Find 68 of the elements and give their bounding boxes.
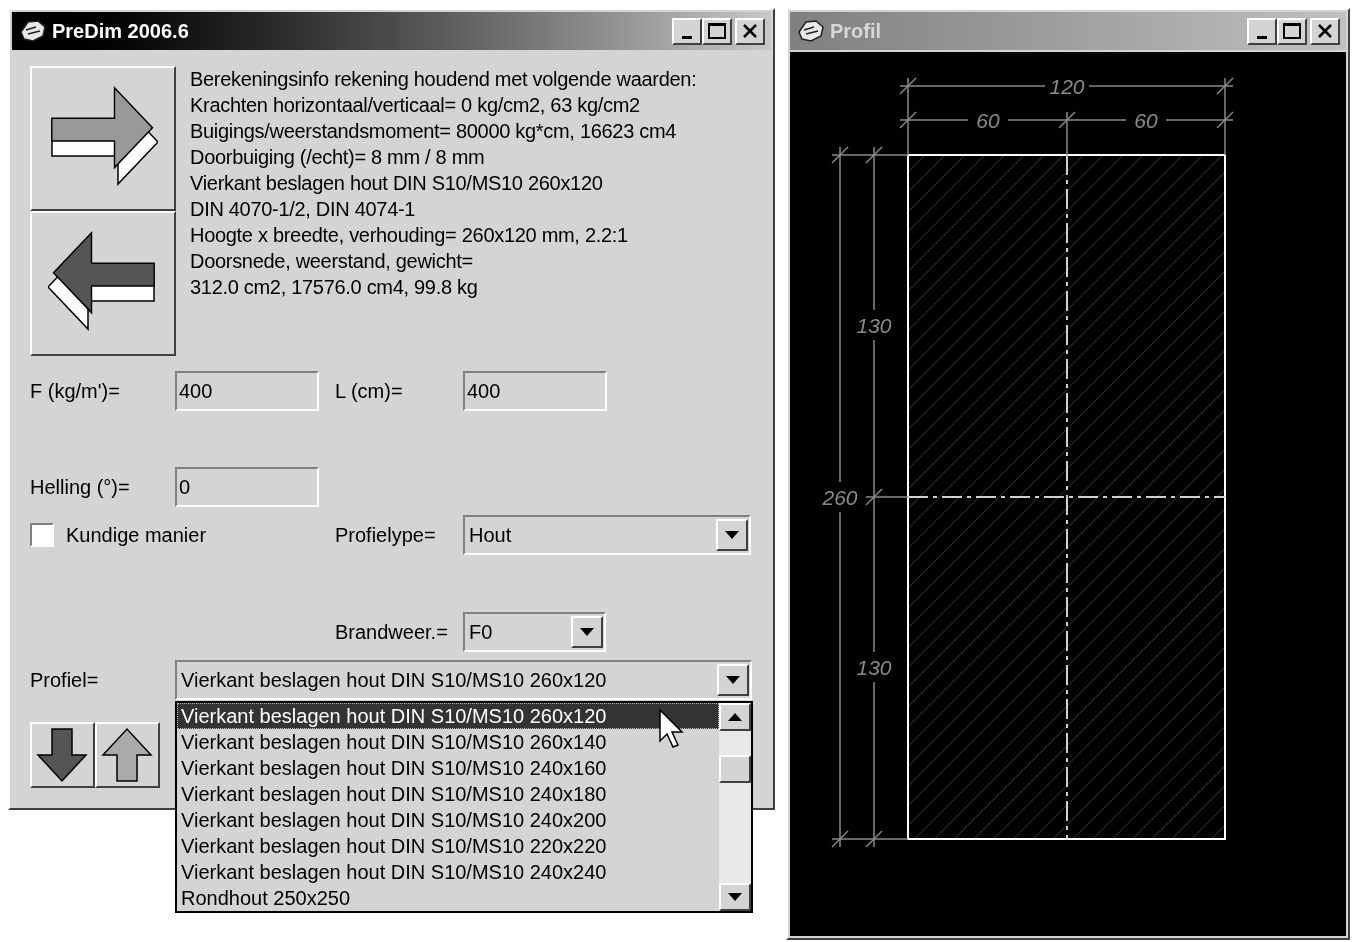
info-text: Doorbuiging (/echt)= 8 mm / 8 mm — [190, 145, 486, 170]
caret-icon — [726, 676, 740, 684]
window-title: Profil — [830, 19, 882, 44]
dropdown-option[interactable]: Vierkant beslagen hout DIN S10/MS10 260x120 — [177, 703, 719, 729]
down-arrow-button[interactable] — [30, 722, 95, 788]
info-text: Buigings/weerstandsmoment= 80000 kg*cm, 16623 cm4 — [190, 119, 678, 144]
up-triangle-icon — [728, 713, 742, 721]
checkbox-label: Kundige manier — [66, 523, 207, 548]
info-text: 312.0 cm2, 17576.0 cm4, 99.8 kg — [190, 275, 479, 300]
dimension-label: 60 — [1134, 108, 1158, 132]
minimize-button[interactable] — [672, 17, 702, 45]
close-button[interactable] — [1310, 17, 1340, 45]
input-field[interactable]: 400 — [463, 371, 607, 411]
minimize-button[interactable] — [1247, 17, 1277, 45]
up-arrow-icon — [100, 727, 155, 783]
field-label: Profiel= — [30, 668, 100, 693]
caret-icon — [725, 531, 739, 539]
checkbox[interactable] — [30, 523, 54, 547]
dimension-label: 130 — [856, 655, 892, 679]
close-button[interactable] — [735, 17, 765, 45]
input-field[interactable]: 0 — [175, 467, 319, 507]
profile-select[interactable]: Vierkant beslagen hout DIN S10/MS10 260x120 — [175, 660, 752, 700]
dropdown-arrow-button[interactable] — [716, 519, 748, 551]
input-field[interactable]: 400 — [175, 371, 319, 411]
dropdown-option[interactable]: Rondhout 250x250 — [177, 885, 719, 911]
dropdown-arrow-button[interactable] — [717, 664, 749, 696]
mouse-pointer-icon — [659, 709, 685, 749]
dropdown-arrow-button[interactable] — [571, 616, 603, 648]
back-button[interactable] — [30, 211, 176, 356]
field-label: Brandweer.= — [335, 620, 449, 645]
field-label: Helling (°)= — [30, 475, 131, 500]
info-text: DIN 4070-1/2, DIN 4074-1 — [190, 197, 417, 222]
close-icon — [1318, 24, 1332, 38]
info-text: Berekeningsinfo rekening houdend met volgende waarden: — [190, 67, 697, 92]
dropdown-option[interactable]: Vierkant beslagen hout DIN S10/MS10 240x160 — [177, 755, 719, 781]
profile-type-select[interactable]: Hout — [463, 515, 751, 555]
close-icon — [743, 24, 757, 38]
dropdown-option[interactable]: Vierkant beslagen hout DIN S10/MS10 240x200 — [177, 807, 719, 833]
scrollbar[interactable] — [719, 703, 751, 911]
field-label: Profielype= — [335, 523, 437, 548]
app-icon — [18, 18, 48, 44]
info-text: Krachten horizontaal/verticaal= 0 kg/cm2, 63 kg/cm2 — [190, 93, 641, 118]
dimension-label: 130 — [856, 313, 892, 337]
dimension-label: 120 — [1049, 74, 1085, 98]
maximize-button[interactable] — [1277, 17, 1307, 45]
scroll-thumb[interactable] — [719, 755, 751, 783]
fire-rating-select[interactable]: F0 — [463, 612, 606, 652]
down-arrow-icon — [35, 727, 90, 783]
dimension-label: 260 — [822, 485, 858, 509]
caret-icon — [580, 628, 594, 636]
dropdown-option[interactable]: Vierkant beslagen hout DIN S10/MS10 240x240 — [177, 859, 719, 885]
scroll-down-button[interactable] — [719, 883, 751, 911]
app-icon — [796, 18, 826, 44]
scroll-up-button[interactable] — [719, 703, 751, 731]
dimension-label: 60 — [976, 108, 1000, 132]
maximize-button[interactable] — [702, 17, 732, 45]
field-label: L (cm)= — [335, 379, 404, 404]
caret-icon — [728, 893, 742, 901]
up-arrow-button[interactable] — [95, 722, 160, 788]
window-title: PreDim 2006.6 — [52, 19, 189, 44]
forward-button[interactable] — [30, 66, 176, 211]
info-text: Doorsnede, weerstand, gewicht= — [190, 249, 474, 274]
info-text: Vierkant beslagen hout DIN S10/MS10 260x120 — [190, 171, 604, 196]
dropdown-option[interactable]: Vierkant beslagen hout DIN S10/MS10 240x180 — [177, 781, 719, 807]
dropdown-option[interactable]: Vierkant beslagen hout DIN S10/MS10 220x220 — [177, 833, 719, 859]
info-text: Hoogte x breedte, verhouding= 260x120 mm, 2.2:1 — [190, 223, 629, 248]
dropdown-option[interactable]: Vierkant beslagen hout DIN S10/MS10 260x140 — [177, 729, 719, 755]
field-label: F (kg/m')= — [30, 379, 121, 404]
